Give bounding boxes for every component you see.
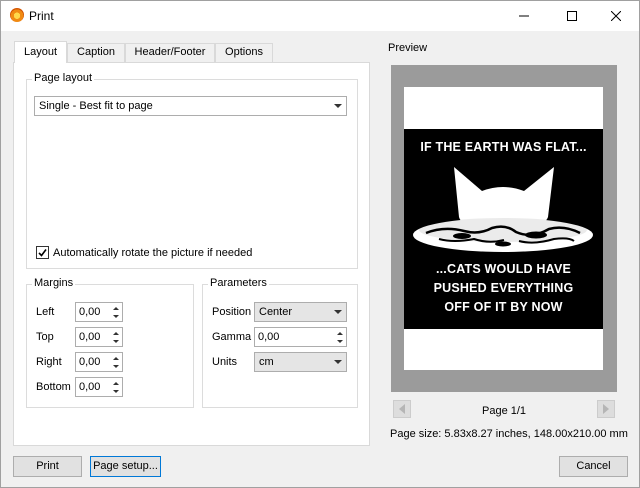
gamma-label: Gamma [212, 331, 252, 343]
margins-group-label: Margins [32, 277, 76, 289]
spin-down-icon[interactable] [110, 387, 121, 395]
spin-down-icon[interactable] [110, 312, 121, 320]
print-dialog: Print Layout Caption Header/Footer Optio… [0, 0, 640, 488]
page-size-info: Page size: 5.83x8.27 inches, 148.00x210.… [390, 428, 628, 440]
spin-down-icon[interactable] [110, 337, 121, 345]
gamma-stepper[interactable]: 0,00 [254, 327, 347, 347]
margin-left-stepper[interactable]: 0,00 [75, 302, 123, 322]
tab-caption[interactable]: Caption [67, 43, 125, 62]
spin-up-icon[interactable] [110, 329, 121, 337]
page-layout-select-value: Single - Best fit to page [39, 100, 153, 112]
parameters-group-label: Parameters [208, 277, 269, 289]
units-select-value: cm [259, 356, 274, 368]
previous-page-button[interactable] [393, 400, 411, 418]
maximize-button[interactable] [549, 1, 595, 31]
units-select[interactable]: cm [254, 352, 347, 372]
units-label: Units [212, 356, 238, 368]
print-button[interactable]: Print [13, 456, 82, 477]
margin-top-label: Top [36, 331, 54, 343]
chevron-right-icon [603, 404, 609, 414]
position-label: Position [212, 306, 252, 318]
margin-top-stepper[interactable]: 0,00 [75, 327, 123, 347]
window-title: Print [29, 9, 54, 23]
spin-down-icon[interactable] [110, 362, 121, 370]
spin-up-icon[interactable] [110, 304, 121, 312]
preview-caption-line-3: OFF OF IT BY NOW [444, 300, 563, 314]
margin-bottom-label: Bottom [36, 381, 71, 393]
auto-rotate-label: Automatically rotate the picture if need… [53, 247, 253, 259]
auto-rotate-checkbox[interactable] [36, 246, 49, 259]
margin-left-value: 0,00 [79, 306, 101, 318]
page-setup-button[interactable]: Page setup... [90, 456, 161, 477]
spin-up-icon[interactable] [110, 379, 121, 387]
preview-caption-line-1: ...CATS WOULD HAVE [435, 262, 572, 276]
minimize-button[interactable] [501, 1, 547, 31]
page-layout-select[interactable]: Single - Best fit to page [34, 96, 347, 116]
margin-right-value: 0,00 [79, 356, 101, 368]
chevron-down-icon [334, 310, 342, 314]
position-select[interactable]: Center [254, 302, 347, 322]
page-indicator: Page 1/1 [482, 405, 527, 417]
margin-top-value: 0,00 [79, 331, 101, 343]
chevron-down-icon [334, 360, 342, 364]
next-page-button[interactable] [597, 400, 615, 418]
preview-caption-line-2: PUSHED EVERYTHING [433, 281, 574, 295]
page-layout-group-label: Page layout [32, 72, 95, 84]
cancel-button[interactable]: Cancel [559, 456, 628, 477]
printer-app-icon [10, 8, 24, 22]
tab-layout[interactable]: Layout [14, 41, 67, 63]
spin-down-icon[interactable] [334, 337, 345, 345]
spin-up-icon[interactable] [334, 329, 345, 337]
preview-caption-top: IF THE EARTH WAS FLAT... [420, 140, 587, 154]
spin-up-icon[interactable] [110, 354, 121, 362]
tab-header-footer[interactable]: Header/Footer [125, 43, 215, 62]
close-icon [611, 11, 621, 21]
tab-options[interactable]: Options [215, 43, 273, 62]
margin-right-label: Right [36, 356, 62, 368]
chevron-down-icon [334, 104, 342, 108]
minimize-icon [519, 15, 529, 17]
preview-label: Preview [387, 42, 429, 54]
title-bar: Print [1, 1, 639, 31]
gamma-value: 0,00 [258, 331, 280, 343]
margin-left-label: Left [36, 306, 55, 318]
margin-bottom-value: 0,00 [79, 381, 101, 393]
maximize-icon [567, 11, 577, 21]
close-button[interactable] [593, 1, 639, 31]
margin-bottom-stepper[interactable]: 0,00 [75, 377, 123, 397]
position-select-value: Center [259, 306, 293, 318]
checkmark-icon [38, 249, 47, 257]
margin-right-stepper[interactable]: 0,00 [75, 352, 123, 372]
chevron-left-icon [399, 404, 405, 414]
